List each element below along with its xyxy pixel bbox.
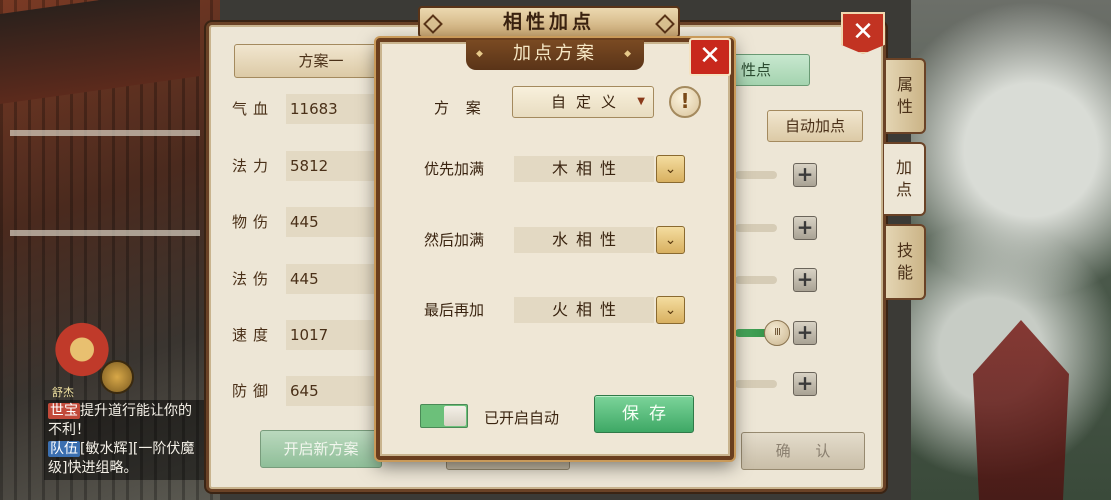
stat-label: 速度	[232, 326, 275, 344]
stat-label: 气血	[232, 100, 275, 118]
tab-attributes[interactable]: 属 性	[886, 58, 926, 134]
priority-second-label: 然后加满	[424, 231, 485, 249]
priority-third-label: 最后再加	[424, 301, 485, 319]
scheme-select[interactable]: 自定义 ▼	[512, 86, 654, 118]
tab-skills[interactable]: 技 能	[886, 224, 926, 300]
window-title: 相性加点	[418, 6, 680, 38]
chat-text: 级]快进组略。	[48, 460, 138, 476]
priority-first-label: 优先加满	[424, 160, 485, 178]
chat-text: 提升道行能让你的	[80, 403, 192, 419]
chat-line: 队伍 [敏水辉][一阶伏魔	[48, 440, 210, 459]
stat-row-mana: 法力 5812	[232, 151, 382, 181]
save-button[interactable]: 保存	[594, 395, 694, 433]
npc-name: 舒杰	[52, 386, 74, 399]
add-point-button[interactable]: +	[793, 268, 817, 292]
info-icon[interactable]: !	[669, 86, 701, 118]
priority-second-value: 水相性	[514, 227, 654, 253]
chat-line: 世宝 提升道行能让你的	[48, 402, 210, 421]
add-point-button[interactable]: +	[793, 372, 817, 396]
scene-right-snow	[911, 0, 1111, 500]
chat-log[interactable]: 世宝 提升道行能让你的 不利！ 队伍 [敏水辉][一阶伏魔 级]快进组略。	[44, 400, 214, 480]
dialog-close-button[interactable]: ✕	[689, 38, 731, 76]
point-bar	[735, 171, 777, 179]
scene-roof	[0, 0, 200, 105]
stat-label: 法力	[232, 157, 275, 175]
scene-tower	[973, 320, 1069, 500]
priority-first-value: 木相性	[514, 156, 654, 182]
stat-label: 法伤	[232, 270, 275, 288]
dropdown-arrow-icon: ▼	[637, 96, 645, 107]
confirm-button[interactable]: 确 认	[741, 432, 865, 470]
stat-value: 1017	[286, 320, 382, 350]
stat-label: 物伤	[232, 213, 275, 231]
dialog-title: 加点方案	[466, 40, 644, 70]
point-bar	[735, 224, 777, 232]
chevron-down-icon[interactable]: ⌄	[656, 296, 685, 324]
stat-row-speed: 速度 1017	[232, 320, 382, 350]
auto-toggle[interactable]	[420, 404, 468, 428]
chat-channel-tag: 世宝	[48, 403, 80, 419]
auto-add-points-button[interactable]: 自动加点	[767, 110, 863, 142]
point-bar	[735, 380, 777, 388]
priority-third-value: 火相性	[514, 297, 654, 323]
stat-value: 11683	[286, 94, 382, 124]
stat-row-magic-dmg: 法伤 445	[232, 264, 382, 294]
stat-value: 645	[286, 376, 382, 406]
stat-label: 防御	[232, 382, 275, 400]
scene-rail	[10, 230, 200, 236]
stat-value: 445	[286, 207, 382, 237]
tab-add-points[interactable]: 加 点	[884, 142, 926, 216]
toggle-thumb	[444, 406, 466, 426]
stat-row-defense: 防御 645	[232, 376, 382, 406]
auto-enabled-label: 已开启自动	[484, 409, 560, 427]
scheme-select-value: 自定义	[551, 93, 627, 111]
add-point-button[interactable]: +	[793, 163, 817, 187]
chat-text: 不利！	[48, 422, 90, 438]
stat-value: 445	[286, 264, 382, 294]
open-new-scheme-button[interactable]: 开启新方案	[260, 430, 382, 468]
chevron-down-icon[interactable]: ⌄	[656, 155, 685, 183]
scheme-label: 方 案	[434, 99, 487, 117]
chevron-down-icon[interactable]: ⌄	[656, 226, 685, 254]
add-point-button[interactable]: +	[793, 216, 817, 240]
stat-row-phys-dmg: 物伤 445	[232, 207, 382, 237]
chat-channel-tag: 队伍	[48, 441, 80, 457]
stat-value: 5812	[286, 151, 382, 181]
point-bar	[735, 276, 777, 284]
slider-knob[interactable]: III	[764, 320, 790, 346]
stat-row-hp: 气血 11683	[232, 94, 382, 124]
chat-text: [敏水辉][一阶伏魔	[80, 441, 195, 457]
scene-rail	[10, 130, 200, 136]
add-point-button[interactable]: +	[793, 321, 817, 345]
npc-chat-bubble-icon[interactable]	[100, 360, 134, 394]
